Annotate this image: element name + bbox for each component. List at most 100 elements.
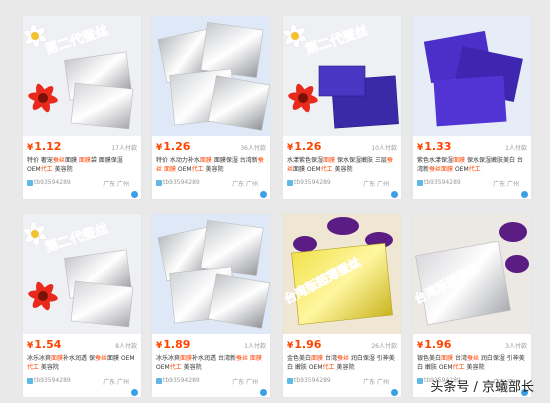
wangwang-chat-icon[interactable] [260, 191, 267, 198]
product-title-link[interactable]: 紫色水漾保湿面膜 保水保湿嫩肤美白 台湾新蚕丝面膜 OEM代工 [417, 156, 527, 174]
product-card[interactable]: 第二代蚕丝 ¥1.26 10人付款水漾紫色保湿面膜 保水保湿嫩肤 三层蚕丝面膜 OE… [282, 15, 402, 200]
shop-link[interactable]: tb93594289 [156, 377, 200, 384]
shop-icon [27, 377, 33, 384]
title-keyword: 面膜 [311, 355, 324, 362]
price-value: 1.89 [163, 338, 191, 351]
product-price: ¥1.96 [417, 338, 451, 351]
title-text: 补水润透 保 [63, 355, 95, 362]
shop-icon [156, 377, 162, 384]
seller-location: 广东 广州 [493, 181, 519, 188]
product-title-link[interactable]: 特价 水动力补水面膜 面膜保湿 台湾新蚕丝 面膜 OEM代工 美容院 [156, 156, 266, 174]
title-text: 银色美白 [417, 355, 442, 362]
product-image[interactable] [413, 16, 531, 136]
product-title-link[interactable]: 银色美白面膜 台湾蚕丝 润白保湿 引神美白 嫩肤 OEM代工 美容院 [417, 354, 527, 372]
title-text: 面膜 [64, 157, 79, 164]
product-title-link[interactable]: 金色美白面膜 台湾蚕丝 润白保湿 引神美白 嫩肤 OEM代工 美容院 [287, 354, 397, 372]
title-keyword: 代工 [322, 364, 335, 371]
shop-link[interactable]: tb93594289 [27, 179, 71, 186]
wangwang-chat-icon[interactable] [131, 389, 138, 396]
wangwang-chat-icon[interactable] [131, 191, 138, 198]
wangwang-chat-icon[interactable] [260, 389, 267, 396]
product-image[interactable]: 第二代蚕丝 [283, 16, 401, 136]
product-image[interactable]: 第二代蚕丝 [23, 16, 141, 136]
title-keyword: 代工 [320, 166, 333, 173]
title-text: 美容院 [181, 364, 202, 371]
shop-name: tb93594289 [163, 377, 200, 384]
shop-icon [156, 179, 162, 186]
product-image[interactable]: 台湾版超薄蚕丝 [283, 214, 401, 334]
title-text: 面膜 OEM [106, 355, 135, 362]
title-text: 特价 水动力补水 [156, 157, 200, 164]
product-image[interactable] [152, 16, 270, 136]
currency-symbol: ¥ [417, 341, 424, 351]
currency-symbol: ¥ [287, 341, 294, 351]
shop-name: tb93594289 [294, 377, 331, 384]
product-image[interactable]: 第二代蚕丝 [23, 214, 141, 334]
seller-location: 广东 广州 [363, 379, 389, 386]
title-keyword: 面膜 [78, 157, 91, 164]
price-value: 1.96 [294, 338, 322, 351]
title-text: 特价 奢宠 [27, 157, 53, 164]
product-card[interactable]: 第二代蚕丝 ¥1.12 17人付款 特价 奢宠蚕丝面膜 面膜袋 面膜保湿 OEM代工 … [22, 15, 142, 200]
product-title-link[interactable]: 水漾紫色保湿面膜 保水保湿嫩肤 三层蚕丝面膜 OEM代工 美容院 [287, 156, 397, 174]
product-card[interactable]: 第二代蚕丝 ¥1.54 8人付款冰乐冰爽面膜补水润透 保蚕丝面膜 OEM 代工 美容院… [22, 213, 142, 398]
buyer-count: 1人付款 [244, 343, 266, 350]
title-keyword: 面膜 [249, 355, 262, 362]
price-value: 1.26 [294, 140, 322, 153]
shop-icon [287, 377, 293, 384]
title-keyword: 蚕丝 [336, 355, 349, 362]
currency-symbol: ¥ [156, 341, 163, 351]
shop-link[interactable]: tb93594289 [417, 179, 461, 186]
wangwang-chat-icon[interactable] [391, 191, 398, 198]
seller-location: 广东 广州 [232, 379, 258, 386]
title-keyword: 代工 [468, 166, 481, 173]
title-text: 美容院 [52, 166, 73, 173]
title-keyword: 面膜 [441, 355, 454, 362]
price-value: 1.26 [163, 140, 191, 153]
title-text: 美容院 [464, 364, 485, 371]
shop-icon [417, 179, 423, 186]
title-text: 台湾 [453, 355, 467, 362]
title-text: 水漾紫色保湿 [287, 157, 324, 164]
price-value: 1.33 [424, 140, 452, 153]
buyer-count: 10人付款 [371, 145, 397, 152]
shop-link[interactable]: tb93594289 [27, 377, 71, 384]
buyer-count: 8人付款 [115, 343, 137, 350]
title-text: 冰乐冰爽 [27, 355, 52, 362]
product-image[interactable]: 台湾版超薄蚕 [413, 214, 531, 334]
title-keyword: 面膜 [199, 157, 212, 164]
product-card[interactable]: ¥1.26 36人付款特价 水动力补水面膜 面膜保湿 台湾新蚕丝 面膜 OEM代工… [151, 15, 271, 200]
product-title-link[interactable]: 冰乐冰爽面膜补水润透 保蚕丝面膜 OEM 代工 美容院 [27, 354, 137, 372]
shop-link[interactable]: tb93594289 [156, 179, 200, 186]
title-keyword: 面膜 [453, 157, 466, 164]
product-card[interactable]: ¥1.89 1人付款冰乐冰爽面膜补水润透 台湾新蚕丝 面膜 OEM代工 美容院 tb… [151, 213, 271, 398]
title-keyword: 代工 [169, 364, 182, 371]
product-price: ¥1.26 [156, 140, 190, 153]
title-text: OEM [453, 166, 469, 173]
price-value: 1.54 [34, 338, 62, 351]
currency-symbol: ¥ [287, 143, 294, 153]
wangwang-chat-icon[interactable] [391, 389, 398, 396]
seller-location: 广东 广州 [103, 379, 129, 386]
shop-icon [27, 179, 33, 186]
product-card[interactable]: ¥1.33 1人付款 紫色水漾保湿面膜 保水保湿嫩肤美白 台湾新蚕丝面膜 OEM代工… [412, 15, 532, 200]
product-card[interactable]: 台湾版超薄蚕丝 ¥1.96 26人付款 金色美白面膜 台湾蚕丝 润白保湿 引神美白 嫩… [282, 213, 402, 398]
title-keyword: 蚕丝 [52, 157, 65, 164]
product-title-link[interactable]: 冰乐冰爽面膜补水润透 台湾新蚕丝 面膜 OEM代工 美容院 [156, 354, 266, 372]
product-image[interactable] [152, 214, 270, 334]
seller-location: 广东 广州 [363, 181, 389, 188]
product-price: ¥1.12 [27, 140, 61, 153]
shop-link[interactable]: tb93594289 [287, 377, 331, 384]
wangwang-chat-icon[interactable] [521, 191, 528, 198]
currency-symbol: ¥ [27, 341, 34, 351]
title-keyword: 面膜 [441, 166, 454, 173]
title-text: 金色美白 [287, 355, 312, 362]
buyer-count: 36人付款 [240, 145, 266, 152]
shop-icon [287, 179, 293, 186]
title-keyword: 蚕丝 [429, 166, 442, 173]
shop-link[interactable]: tb93594289 [287, 179, 331, 186]
product-price: ¥1.26 [287, 140, 321, 153]
product-card[interactable]: 台湾版超薄蚕 ¥1.96 3人付款 银色美白面膜 台湾蚕丝 润白保湿 引神美白 嫩肤 … [412, 213, 532, 398]
title-keyword: 面膜 [180, 355, 193, 362]
product-title-link[interactable]: 特价 奢宠蚕丝面膜 面膜袋 面膜保湿 OEM代工 美容院 [27, 156, 137, 174]
